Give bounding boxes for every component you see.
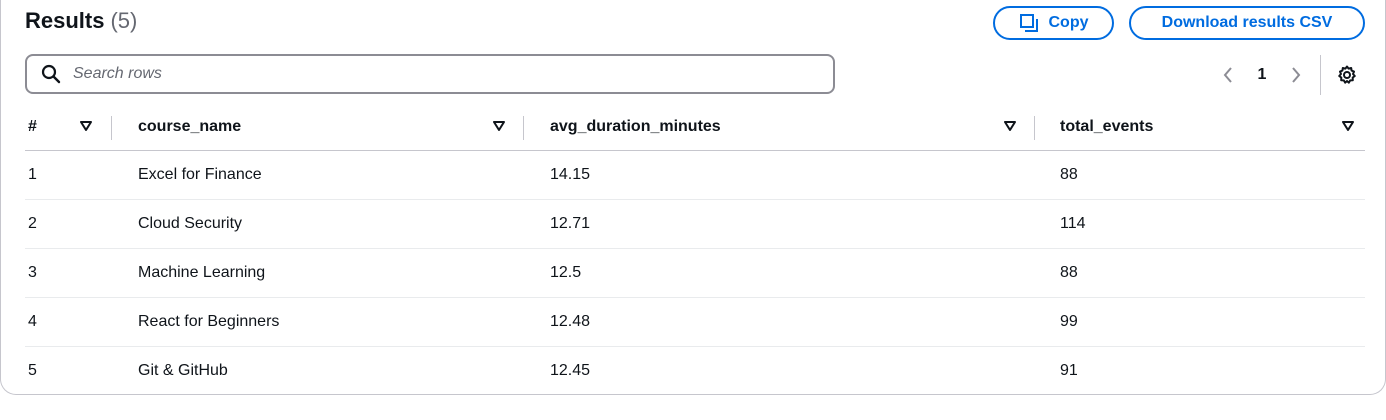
chevron-left-icon[interactable] <box>1214 66 1242 84</box>
cell-course-name: Excel for Finance <box>138 166 262 183</box>
results-table: # course_name avg_duration_minutes total… <box>25 104 1365 395</box>
table-row: 5 Git & GitHub 12.45 91 <box>25 347 1365 395</box>
table-row: 3 Machine Learning 12.5 88 <box>25 249 1365 298</box>
results-header: Results (5) <box>25 8 137 34</box>
table-header: # course_name avg_duration_minutes total… <box>25 104 1365 151</box>
copy-button[interactable]: Copy <box>993 6 1114 40</box>
cell-course-name: Machine Learning <box>138 264 266 281</box>
pagination: 1 <box>1214 55 1357 95</box>
cell-index: 3 <box>28 264 37 281</box>
sort-caret-icon[interactable] <box>1004 120 1016 132</box>
cell-avg-duration: 12.5 <box>550 264 582 281</box>
results-count: (5) <box>110 8 138 33</box>
table-row: 2 Cloud Security 12.71 114 <box>25 200 1365 249</box>
chevron-right-icon[interactable] <box>1282 66 1310 84</box>
page-number[interactable]: 1 <box>1242 66 1282 84</box>
page-title: Results <box>25 8 105 33</box>
search-icon <box>41 64 61 84</box>
column-divider[interactable] <box>523 116 524 140</box>
column-divider[interactable] <box>1034 116 1035 140</box>
search-input[interactable] <box>71 64 775 84</box>
download-csv-button[interactable]: Download results CSV <box>1129 6 1365 40</box>
cell-index: 5 <box>28 362 37 379</box>
settings-gear-icon[interactable] <box>1337 65 1357 85</box>
cell-course-name: React for Beginners <box>138 313 280 330</box>
cell-total-events: 91 <box>1060 362 1078 379</box>
cell-total-events: 99 <box>1060 313 1078 330</box>
cell-total-events: 88 <box>1060 264 1078 281</box>
cell-avg-duration: 14.15 <box>550 166 591 183</box>
table-row: 1 Excel for Finance 14.15 88 <box>25 151 1365 200</box>
sort-caret-icon[interactable] <box>493 120 505 132</box>
download-button-label: Download results CSV <box>1161 14 1333 31</box>
table-row: 4 React for Beginners 12.48 99 <box>25 298 1365 347</box>
cell-total-events: 88 <box>1060 166 1078 183</box>
cell-course-name: Git & GitHub <box>138 362 228 379</box>
cell-index: 1 <box>28 166 37 183</box>
cell-index: 2 <box>28 215 37 232</box>
cell-course-name: Cloud Security <box>138 215 243 232</box>
search-field[interactable] <box>25 54 835 94</box>
cell-avg-duration: 12.48 <box>550 313 591 330</box>
cell-total-events: 114 <box>1060 215 1086 232</box>
cell-avg-duration: 12.45 <box>550 362 591 379</box>
copy-button-label: Copy <box>1048 14 1089 31</box>
column-header-total-events[interactable]: total_events <box>1060 104 1153 150</box>
cell-index: 4 <box>28 313 37 330</box>
sort-caret-icon[interactable] <box>80 120 92 132</box>
column-header-avg-duration[interactable]: avg_duration_minutes <box>550 104 721 150</box>
cell-avg-duration: 12.71 <box>550 215 591 232</box>
column-header-course-name[interactable]: course_name <box>138 104 241 150</box>
column-divider[interactable] <box>111 116 112 140</box>
pager-divider <box>1320 55 1321 95</box>
copy-icon <box>1019 13 1039 33</box>
sort-caret-icon[interactable] <box>1342 120 1354 132</box>
column-header-index: # <box>28 118 37 135</box>
